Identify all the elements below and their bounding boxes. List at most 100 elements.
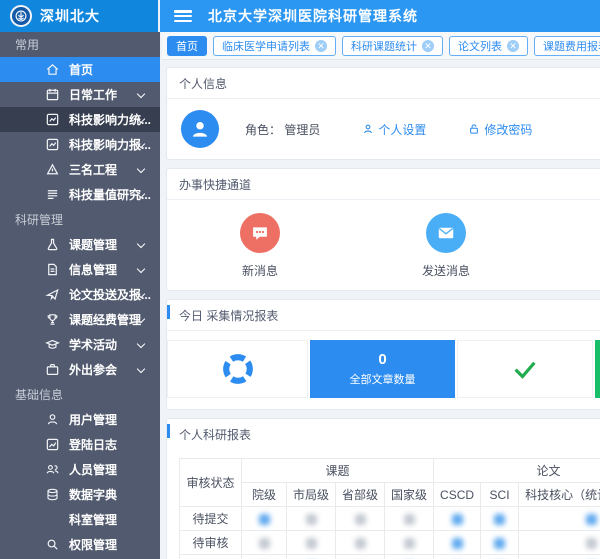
report-table: 审核状态 课题 论文 院级 市局级 省部级 国家级 CSCD SCI 科技核心（… [179, 458, 600, 559]
col-group-papers: 论文 [434, 459, 600, 483]
blurred-value[interactable] [586, 538, 597, 549]
personal-report-title: 个人科研报表 [167, 419, 600, 449]
send-message-button[interactable]: 发送消息 [353, 213, 539, 279]
sidebar-item-project-mgmt[interactable]: 课题管理 [0, 232, 160, 257]
tab-home[interactable]: 首页 [167, 36, 207, 56]
sidebar-item-tech-influence-stats[interactable]: 科技影响力统... [0, 107, 160, 132]
sidebar-group-basic-info: 基础信息 [0, 382, 160, 407]
chevron-down-icon [137, 340, 145, 348]
green-stat-box [595, 340, 600, 398]
sidebar-item-tech-value-research[interactable]: 科技量值研究... [0, 182, 160, 207]
sidebar-item-login-log[interactable]: 登陆日志 [0, 432, 160, 457]
blurred-value[interactable] [452, 514, 463, 525]
today-report-panel: 今日 采集情况报表 0 全部文章数量 [166, 299, 600, 410]
blurred-value[interactable] [259, 538, 270, 549]
chart-box-icon [45, 112, 60, 127]
sidebar-item-project-funds[interactable]: 课题经费管理 [0, 307, 160, 332]
sidebar-item-paper-submission[interactable]: 论文投送及报... [0, 282, 160, 307]
chevron-down-icon [137, 365, 145, 373]
user-icon [362, 123, 374, 135]
blurred-value[interactable] [404, 514, 415, 525]
tab-paper-list[interactable]: 论文列表 ✕ [449, 36, 528, 56]
blurred-value[interactable] [494, 538, 505, 549]
chevron-down-icon [137, 165, 145, 173]
tab-research-project-stats[interactable]: 科研课题统计 ✕ [342, 36, 443, 56]
blurred-value[interactable] [306, 538, 317, 549]
loading-spinner-box [167, 340, 308, 398]
briefcase-icon [45, 362, 60, 377]
personal-info-body: 角色： 管理员 个人设置 修改密码 [167, 99, 600, 159]
change-password-link[interactable]: 修改密码 [468, 121, 532, 138]
sidebar-item-permission-mgmt[interactable]: 权限管理 [0, 532, 160, 557]
blurred-value[interactable] [494, 514, 505, 525]
avatar [181, 110, 219, 148]
blurred-value[interactable] [452, 538, 463, 549]
close-icon[interactable]: ✕ [315, 40, 327, 52]
chart-line-icon [45, 437, 60, 452]
logo-text: 深圳北大 [40, 6, 100, 26]
personal-report-panel: 个人科研报表 审核状态 课题 论文 院级 市局级 省部级 国家级 [166, 418, 600, 559]
home-icon [45, 62, 60, 77]
today-report-strip: 0 全部文章数量 [167, 331, 600, 409]
stat-value: 0 [378, 351, 386, 369]
col-header-status: 审核状态 [180, 459, 242, 507]
sidebar-item-home[interactable]: 首页 [0, 57, 160, 82]
close-icon[interactable]: ✕ [507, 40, 519, 52]
sidebar-item-conference-out[interactable]: 外出参会 [0, 357, 160, 382]
table-row: 待审核 [180, 531, 600, 555]
sidebar-item-data-dictionary[interactable]: 数据字典 [0, 482, 160, 507]
sidebar-item-info-mgmt[interactable]: 信息管理 [0, 257, 160, 282]
tab-project-fee-report[interactable]: 课题费用报表 ✕ [534, 36, 600, 56]
blurred-value[interactable] [355, 514, 366, 525]
table-row: 待提交 [180, 507, 600, 531]
paper-plane-icon [45, 287, 60, 302]
hamburger-menu-icon[interactable] [174, 10, 192, 22]
sidebar-item-department-mgmt[interactable]: 科室管理 [0, 507, 160, 532]
sidebar-item-three-famous-project[interactable]: 三名工程 [0, 157, 160, 182]
personal-info-panel: 个人信息 角色： 管理员 个人设置 修改密码 [166, 67, 600, 160]
main-content: 个人信息 角色： 管理员 个人设置 修改密码 [160, 61, 600, 559]
blurred-value[interactable] [404, 538, 415, 549]
sidebar-item-user-mgmt[interactable]: 用户管理 [0, 407, 160, 432]
chart-box-icon [45, 137, 60, 152]
table-group-header-row: 审核状态 课题 论文 [180, 459, 600, 483]
role-text: 角色： 管理员 [245, 121, 320, 138]
logo-area: 深圳北大 [0, 0, 160, 32]
quick-channel-body: 新消息 发送消息 通知公告 [167, 200, 600, 290]
notice-announcement-button[interactable]: 通知公告 [539, 213, 600, 279]
sidebar-item-tech-influence-report[interactable]: 科技影响力报... [0, 132, 160, 157]
sidebar: 常用 首页 日常工作 科技影响力统... 科技影响力报... 三名工程 [0, 32, 160, 559]
calendar-icon [45, 87, 60, 102]
search-icon [45, 537, 60, 552]
sidebar-item-academic-activity[interactable]: 学术活动 [0, 332, 160, 357]
sidebar-item-daily-work[interactable]: 日常工作 [0, 82, 160, 107]
app-title: 北京大学深圳医院科研管理系统 [208, 6, 418, 26]
sidebar-group-research-mgmt: 科研管理 [0, 207, 160, 232]
header-main: 北京大学深圳医院科研管理系统 [160, 0, 600, 32]
lock-icon [468, 123, 480, 135]
spinner-icon [221, 352, 255, 386]
blurred-value[interactable] [586, 514, 597, 525]
people-icon [45, 462, 60, 477]
stat-label: 全部文章数量 [350, 371, 416, 387]
new-message-button[interactable]: 新消息 [167, 213, 353, 279]
close-icon[interactable]: ✕ [422, 40, 434, 52]
tab-clinical-application-list[interactable]: 临床医学申请列表 ✕ [213, 36, 336, 56]
flask-icon [45, 237, 60, 252]
personal-report-table-wrap: 审核状态 课题 论文 院级 市局级 省部级 国家级 CSCD SCI 科技核心（… [167, 449, 600, 559]
hospital-logo-icon [10, 5, 32, 27]
blurred-value[interactable] [355, 538, 366, 549]
total-articles-stat[interactable]: 0 全部文章数量 [310, 340, 455, 398]
blurred-value[interactable] [306, 514, 317, 525]
sidebar-group-common: 常用 [0, 32, 160, 57]
sidebar-item-personnel-mgmt[interactable]: 人员管理 [0, 457, 160, 482]
chevron-down-icon [137, 240, 145, 248]
personal-info-title: 个人信息 [167, 68, 600, 99]
top-bar: 深圳北大 北京大学深圳医院科研管理系统 [0, 0, 600, 32]
document-icon [45, 262, 60, 277]
blurred-value[interactable] [259, 514, 270, 525]
database-icon [45, 487, 60, 502]
tab-bar: 首页 临床医学申请列表 ✕ 科研课题统计 ✕ 论文列表 ✕ 课题费用报表 ✕ 用… [162, 32, 600, 60]
app-window: 深圳北大 北京大学深圳医院科研管理系统 常用 首页 日常工作 科技影响力统...… [0, 0, 600, 559]
personal-settings-link[interactable]: 个人设置 [362, 121, 426, 138]
